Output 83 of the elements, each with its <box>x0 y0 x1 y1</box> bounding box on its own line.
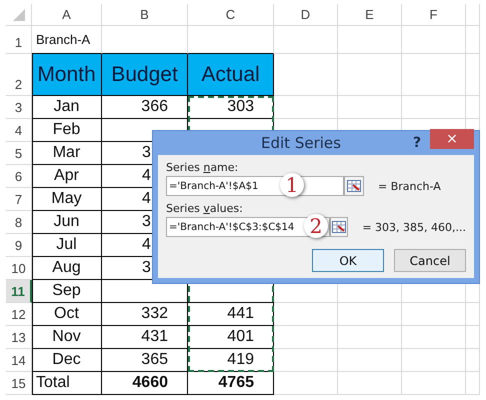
series-preview: = 303, 385, 460,... <box>362 220 466 234</box>
table-cell: Oct <box>32 303 102 326</box>
row-header[interactable]: 13 <box>6 326 32 349</box>
column-heading: Month <box>32 54 102 96</box>
grid-cell <box>338 54 402 96</box>
table-cell: 419 <box>188 349 274 372</box>
row-header[interactable]: 8 <box>6 211 32 234</box>
column-header[interactable]: D <box>274 4 338 26</box>
row-header[interactable]: 14 <box>6 349 32 372</box>
grid-cell <box>274 326 338 349</box>
range-picker-button[interactable] <box>330 217 348 237</box>
row-header[interactable]: 11 <box>6 280 32 303</box>
step-callout: 2 <box>304 214 328 238</box>
grid-cell <box>466 372 480 395</box>
table-cell: 365 <box>102 349 188 372</box>
grid-cell <box>466 326 480 349</box>
table-cell: Apr <box>32 165 102 188</box>
grid-cell <box>274 372 338 395</box>
row-header[interactable]: 4 <box>6 119 32 142</box>
row-header[interactable]: 15 <box>6 372 32 395</box>
table-cell: 4660 <box>102 372 188 395</box>
column-header[interactable]: F <box>402 4 466 26</box>
table-cell: Aug <box>32 257 102 280</box>
row-header[interactable]: 3 <box>6 96 32 119</box>
grid-cell <box>466 303 480 326</box>
grid-cell <box>402 349 466 372</box>
range-picker-icon <box>347 180 361 192</box>
row-header[interactable]: 7 <box>6 188 32 211</box>
help-button[interactable]: ? <box>404 135 430 151</box>
table-cell: 441 <box>188 303 274 326</box>
step-callout: 1 <box>280 173 304 197</box>
range-picker-icon <box>332 221 346 233</box>
table-cell: 431 <box>102 326 188 349</box>
table-cell: Total <box>32 372 102 395</box>
range-picker-button[interactable] <box>344 176 364 196</box>
table-cell: Jun <box>32 211 102 234</box>
grid-cell <box>338 26 402 54</box>
dialog-button[interactable]: Cancel <box>394 249 466 272</box>
table-cell: Jan <box>32 96 102 119</box>
dialog-title: Edit Series <box>260 134 342 152</box>
grid-cell <box>338 326 402 349</box>
grid-cell <box>466 54 480 96</box>
table-cell: 303 <box>188 96 274 119</box>
grid-cell <box>338 372 402 395</box>
grid-cell <box>274 26 338 54</box>
close-button[interactable]: × <box>430 129 474 149</box>
grid-cell <box>402 26 466 54</box>
dialog-button[interactable]: OK <box>312 249 384 272</box>
grid-cell <box>466 4 480 26</box>
grid-cell <box>274 349 338 372</box>
table-cell: 401 <box>188 326 274 349</box>
column-header[interactable]: C <box>188 4 274 26</box>
grid-cell <box>274 54 338 96</box>
column-heading: Actual <box>188 54 274 96</box>
table-cell: Jul <box>32 234 102 257</box>
column-header[interactable]: A <box>32 4 102 26</box>
table-cell: Nov <box>32 326 102 349</box>
grid-cell <box>338 349 402 372</box>
table-cell: 4765 <box>188 372 274 395</box>
grid-cell <box>402 372 466 395</box>
column-header[interactable]: E <box>338 4 402 26</box>
table-cell: Mar <box>32 142 102 165</box>
grid-cell <box>338 303 402 326</box>
column-heading: Budget <box>102 54 188 96</box>
row-header[interactable]: 1 <box>6 26 32 54</box>
row-header[interactable]: 9 <box>6 234 32 257</box>
table-cell: Sep <box>32 280 102 303</box>
grid-cell <box>466 349 480 372</box>
row-header[interactable]: 12 <box>6 303 32 326</box>
grid-cell <box>466 26 480 54</box>
table-cell: 366 <box>102 96 188 119</box>
grid-cell <box>402 54 466 96</box>
row-header[interactable]: 5 <box>6 142 32 165</box>
table-cell: 332 <box>102 303 188 326</box>
table-cell: Feb <box>32 119 102 142</box>
grid-cell <box>402 326 466 349</box>
row-header[interactable]: 6 <box>6 165 32 188</box>
column-header[interactable]: B <box>102 4 188 26</box>
grid-cell <box>274 303 338 326</box>
series-preview: = Branch-A <box>378 180 441 192</box>
grid-cell <box>402 303 466 326</box>
table-cell: Dec <box>32 349 102 372</box>
table-cell: May <box>32 188 102 211</box>
